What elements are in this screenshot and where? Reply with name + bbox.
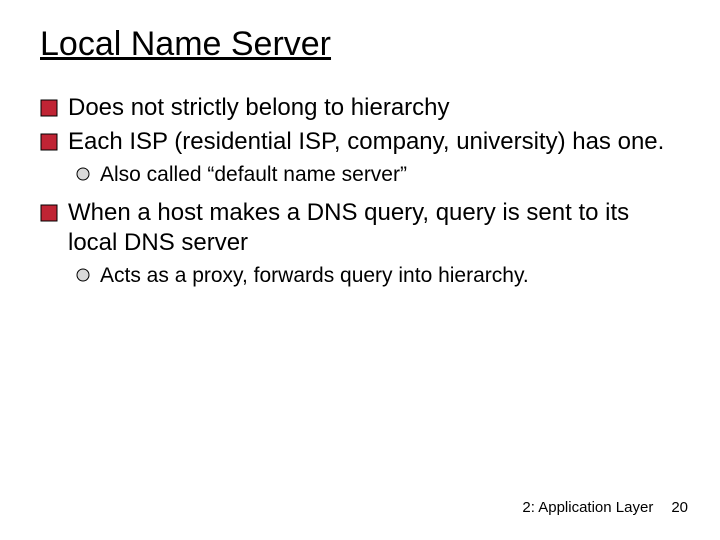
footer-chapter: 2: Application Layer xyxy=(522,499,653,516)
square-bullet-icon xyxy=(40,204,58,222)
sub-bullet-text: Acts as a proxy, forwards query into hie… xyxy=(100,262,680,289)
sub-list-item: Acts as a proxy, forwards query into hie… xyxy=(76,262,680,289)
circle-bullet-icon xyxy=(76,167,90,181)
list-item: When a host makes a DNS query, query is … xyxy=(40,198,680,258)
square-bullet-icon xyxy=(40,133,58,151)
footer-page-number: 20 xyxy=(671,499,688,516)
bullet-text: Does not strictly belong to hierarchy xyxy=(68,93,680,123)
list-item: Does not strictly belong to hierarchy xyxy=(40,93,680,123)
slide: Local Name Server Does not strictly belo… xyxy=(0,0,720,540)
square-bullet-icon xyxy=(40,99,58,117)
page-title: Local Name Server xyxy=(40,24,680,65)
sub-list-item: Also called “default name server” xyxy=(76,161,680,188)
bullet-text: Each ISP (residential ISP, company, univ… xyxy=(68,127,680,157)
list-item: Each ISP (residential ISP, company, univ… xyxy=(40,127,680,157)
circle-bullet-icon xyxy=(76,268,90,282)
bullet-text: When a host makes a DNS query, query is … xyxy=(68,198,680,258)
sub-bullet-text: Also called “default name server” xyxy=(100,161,680,188)
footer: 2: Application Layer 20 xyxy=(522,499,688,516)
